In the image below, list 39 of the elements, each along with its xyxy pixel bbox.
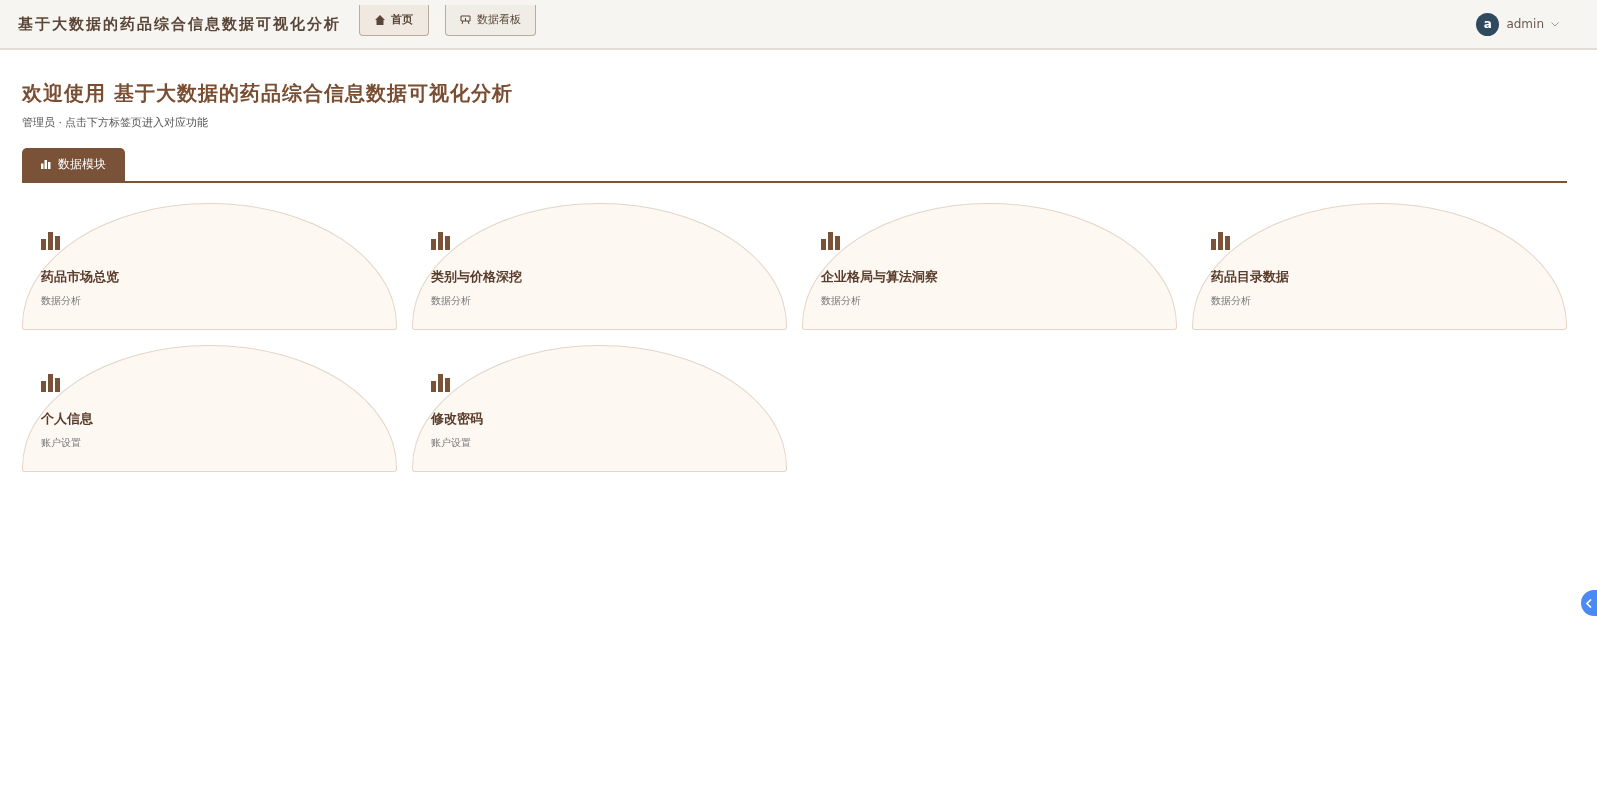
card-title: 修改密码	[431, 410, 484, 428]
card-title: 个人信息	[41, 410, 94, 428]
nav-tab[interactable]: 首页	[359, 4, 429, 36]
welcome-title: 欢迎使用 基于大数据的药品综合信息数据可视化分析	[22, 80, 514, 107]
user-avatar: a	[1476, 12, 1500, 36]
card-title: 企业格局与算法洞察	[821, 268, 939, 286]
bar-chart-icon	[41, 160, 51, 169]
user-name: admin	[1506, 17, 1544, 31]
card-subtitle: 数据分析	[1211, 294, 1252, 308]
side-panel-toggle[interactable]	[1581, 590, 1597, 616]
welcome-subtitle: 管理员 · 点击下方标签页进入对应功能	[22, 115, 210, 130]
card-title: 类别与价格深挖	[431, 268, 523, 286]
nav-tab[interactable]: 数据看板	[445, 4, 536, 36]
app-title: 基于大数据的药品综合信息数据可视化分析	[18, 14, 341, 34]
bar-chart-icon	[41, 374, 61, 392]
bar-chart-icon	[821, 232, 841, 250]
home-icon	[375, 14, 385, 25]
card-subtitle: 账户设置	[41, 436, 82, 450]
card-subtitle: 数据分析	[41, 294, 82, 308]
board-icon	[460, 14, 471, 25]
card-title: 药品市场总览	[41, 268, 120, 286]
bar-chart-icon	[1211, 232, 1231, 250]
card-subtitle: 数据分析	[821, 294, 862, 308]
bar-chart-icon	[431, 374, 451, 392]
user-menu[interactable]: a admin	[1476, 12, 1559, 36]
module-card[interactable]: 个人信息 账户设置	[22, 345, 397, 472]
module-card[interactable]: 类别与价格深挖 数据分析	[412, 203, 787, 330]
module-card[interactable]: 企业格局与算法洞察 数据分析	[802, 203, 1177, 330]
bar-chart-icon	[41, 232, 61, 250]
module-card[interactable]: 药品市场总览 数据分析	[22, 203, 397, 330]
card-subtitle: 账户设置	[431, 436, 472, 450]
chevron-left-icon	[1586, 598, 1592, 608]
module-card[interactable]: 修改密码 账户设置	[412, 345, 787, 472]
bar-chart-icon	[431, 232, 451, 250]
module-card[interactable]: 药品目录数据 数据分析	[1192, 203, 1567, 330]
chevron-down-icon	[1551, 21, 1559, 27]
card-title: 药品目录数据	[1211, 268, 1290, 286]
card-subtitle: 数据分析	[431, 294, 472, 308]
module-tab[interactable]: 数据模块	[22, 148, 125, 181]
